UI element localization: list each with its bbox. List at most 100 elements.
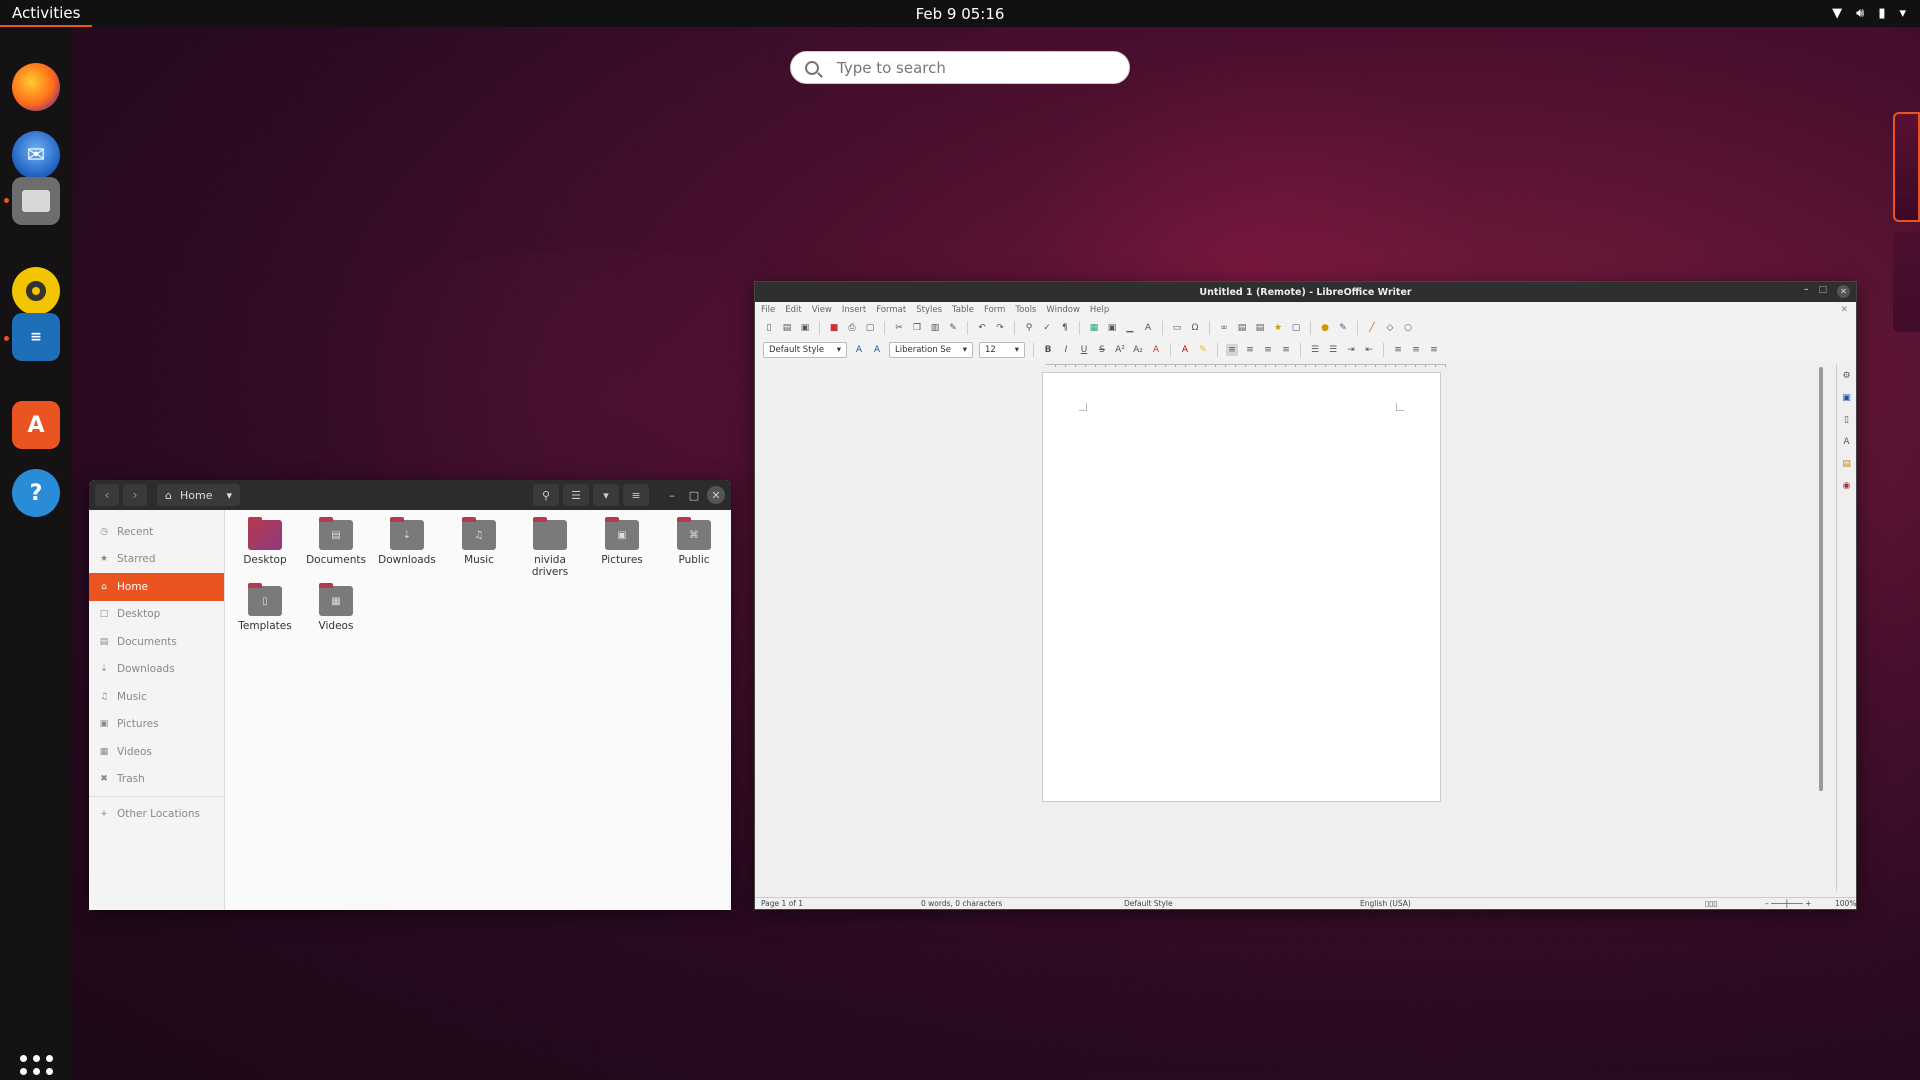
cut-icon[interactable]: ✂ <box>893 322 905 334</box>
document-area[interactable] <box>755 367 1838 891</box>
files-icon[interactable] <box>12 177 60 225</box>
files-window[interactable]: ‹ › ⌂ Home ▾ ⚲ ☰ ▾ ≡ – □ ✕ ◷ Recent ★ Star… <box>89 480 731 910</box>
font-name-select[interactable]: Liberation Se ▾ <box>889 342 973 358</box>
folder-item[interactable]: ▯ Templates <box>233 583 297 632</box>
menu-form[interactable]: Form <box>984 305 1005 315</box>
insert-footnote-icon[interactable]: ▤ <box>1236 322 1248 334</box>
align-right-icon[interactable]: ≡ <box>1262 344 1274 356</box>
track-changes-icon[interactable]: ✎ <box>1337 322 1349 334</box>
thunderbird-icon[interactable]: ✉ <box>12 131 60 179</box>
clone-formatting-icon[interactable]: ✎ <box>947 322 959 334</box>
export-pdf-icon[interactable]: ■ <box>828 322 840 334</box>
new-document-icon[interactable]: ▯ <box>763 322 775 334</box>
paste-icon[interactable]: ▥ <box>929 322 941 334</box>
insert-table-icon[interactable]: ▦ <box>1088 322 1100 334</box>
navigator-icon[interactable]: ◉ <box>1841 480 1853 492</box>
redo-icon[interactable]: ↷ <box>994 322 1006 334</box>
properties-icon[interactable]: ⚙ <box>1841 370 1853 382</box>
workspace-thumbnail-active[interactable] <box>1893 112 1920 222</box>
forward-button[interactable]: › <box>123 484 147 506</box>
paragraph-style-select[interactable]: Default Style ▾ <box>763 342 847 358</box>
underline-icon[interactable]: U <box>1078 344 1090 356</box>
sidebar-item-videos[interactable]: ▦ Videos <box>89 738 224 766</box>
insert-line-icon[interactable]: ╱ <box>1366 322 1378 334</box>
menu-insert[interactable]: Insert <box>842 305 866 315</box>
workspace-thumbnail[interactable] <box>1893 232 1920 332</box>
increase-indent-icon[interactable]: ⇥ <box>1345 344 1357 356</box>
text-language[interactable]: English (USA) <box>1360 899 1411 908</box>
paragraph-indent-icon[interactable]: ≡ <box>1428 344 1440 356</box>
back-button[interactable]: ‹ <box>95 484 119 506</box>
copy-icon[interactable]: ❐ <box>911 322 923 334</box>
clear-formatting-icon[interactable]: A <box>1150 344 1162 356</box>
ordered-list-icon[interactable]: ☰ <box>1327 344 1339 356</box>
folder-item[interactable]: ⌘ Public <box>662 517 726 566</box>
sidebar-item-pictures[interactable]: ▣ Pictures <box>89 711 224 739</box>
subscript-icon[interactable]: A₂ <box>1132 344 1144 356</box>
page-style[interactable]: Default Style <box>1124 899 1173 908</box>
justify-icon[interactable]: ≡ <box>1280 344 1292 356</box>
maximize-button[interactable]: □ <box>685 486 703 504</box>
word-count[interactable]: 0 words, 0 characters <box>921 899 1002 908</box>
font-color-icon[interactable]: A <box>1179 344 1191 356</box>
insert-field-icon[interactable]: ▭ <box>1171 322 1183 334</box>
folder-item[interactable]: ▦ Videos <box>304 583 368 632</box>
system-tray[interactable]: ▼ 🔊︎ ▮ ▾ <box>1832 0 1906 27</box>
search-button[interactable]: ⚲ <box>533 484 559 506</box>
folder-item[interactable]: nivida drivers <box>518 517 582 578</box>
menu-styles[interactable]: Styles <box>916 305 942 315</box>
sidebar-item-documents[interactable]: ▤ Documents <box>89 628 224 656</box>
page-icon[interactable]: ▣ <box>1841 392 1853 404</box>
bold-icon[interactable]: B <box>1042 344 1054 356</box>
libreoffice-writer-icon[interactable]: ≡ <box>12 313 60 361</box>
search-box[interactable] <box>790 51 1130 84</box>
open-icon[interactable]: ▤ <box>781 322 793 334</box>
insert-comment-icon[interactable]: ● <box>1319 322 1331 334</box>
print-preview-icon[interactable]: ▢ <box>864 322 876 334</box>
menu-file[interactable]: File <box>761 305 775 315</box>
insert-endnote-icon[interactable]: ▤ <box>1254 322 1266 334</box>
folder-item[interactable]: ▤ Documents <box>304 517 368 566</box>
zoom-slider[interactable]: – ───┼─── + <box>1765 899 1811 908</box>
rhythmbox-icon[interactable] <box>12 267 60 315</box>
writer-window[interactable]: Untitled 1 (Remote) - LibreOffice Writer… <box>754 281 1857 910</box>
path-bar[interactable]: ⌂ Home ▾ <box>157 484 240 506</box>
style-inspector-icon[interactable]: A <box>1841 436 1853 448</box>
page-count[interactable]: Page 1 of 1 <box>761 899 803 908</box>
new-style-icon[interactable]: A <box>871 344 883 356</box>
menu-format[interactable]: Format <box>876 305 906 315</box>
view-list-button[interactable]: ☰ <box>563 484 589 506</box>
minimize-button[interactable]: – <box>1804 285 1809 298</box>
ubuntu-software-icon[interactable]: A <box>12 401 60 449</box>
show-applications-button[interactable] <box>20 1055 54 1080</box>
highlight-icon[interactable]: ✎ <box>1197 344 1209 356</box>
insert-bookmark-icon[interactable]: ★ <box>1272 322 1284 334</box>
superscript-icon[interactable]: A² <box>1114 344 1126 356</box>
search-input[interactable] <box>837 58 1087 77</box>
line-spacing-icon[interactable]: ≡ <box>1392 344 1404 356</box>
spelling-icon[interactable]: ✓ <box>1041 322 1053 334</box>
find-replace-icon[interactable]: ⚲ <box>1023 322 1035 334</box>
close-document-icon[interactable]: ✕ <box>1840 305 1848 315</box>
menu-window[interactable]: Window <box>1046 305 1080 315</box>
view-options-button[interactable]: ▾ <box>593 484 619 506</box>
sidebar-item-trash[interactable]: ✖ Trash <box>89 766 224 794</box>
insert-image-icon[interactable]: ▣ <box>1106 322 1118 334</box>
align-left-icon[interactable]: ≡ <box>1226 344 1238 356</box>
maximize-button[interactable]: □ <box>1818 285 1827 298</box>
save-icon[interactable]: ▣ <box>799 322 811 334</box>
insert-textbox-icon[interactable]: A <box>1142 322 1154 334</box>
minimize-button[interactable]: – <box>663 486 681 504</box>
italic-icon[interactable]: I <box>1060 344 1072 356</box>
close-button[interactable]: ✕ <box>1837 285 1850 298</box>
sidebar-item-home[interactable]: ⌂ Home <box>89 573 224 601</box>
unordered-list-icon[interactable]: ☰ <box>1309 344 1321 356</box>
font-size-select[interactable]: 12 ▾ <box>979 342 1025 358</box>
menu-button[interactable]: ≡ <box>623 484 649 506</box>
clock[interactable]: Feb 9 05:16 <box>916 0 1005 27</box>
sidebar-item-desktop[interactable]: □ Desktop <box>89 601 224 629</box>
undo-icon[interactable]: ↶ <box>976 322 988 334</box>
folder-item[interactable]: ▣ Pictures <box>590 517 654 566</box>
menu-view[interactable]: View <box>812 305 832 315</box>
insert-cross-reference-icon[interactable]: ▢ <box>1290 322 1302 334</box>
